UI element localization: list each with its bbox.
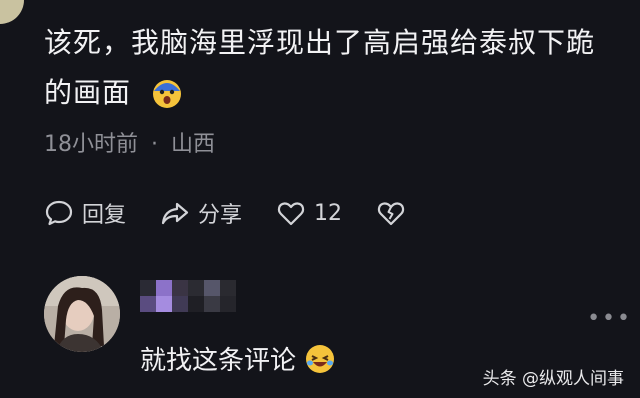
reply-comment: 就找这条评论	[140, 340, 336, 377]
share-arrow-icon	[161, 202, 189, 225]
avatar-partial[interactable]	[0, 0, 24, 24]
share-button[interactable]: 分享	[160, 197, 242, 229]
shocked-face-emoji-icon	[151, 75, 183, 108]
meta-separator: ·	[151, 132, 158, 157]
avatar[interactable]	[44, 276, 120, 352]
dislike-button[interactable]	[376, 198, 414, 228]
heart-icon	[277, 202, 305, 226]
reply-body: 就找这条评论	[140, 346, 297, 376]
comment-action-bar: 回复 分享 12	[44, 196, 448, 230]
watermark: 头条 @纵观人间事	[483, 364, 624, 389]
comment-location: 山西	[171, 132, 216, 157]
comment-text: 该死，我脑海里浮现出了高启强给泰叔下跪的画面	[44, 18, 614, 118]
reply-label: 回复	[82, 203, 127, 228]
comment-body: 该死，我脑海里浮现出了高启强给泰叔下跪的画面	[44, 26, 596, 109]
comment-time: 18小时前	[44, 132, 138, 157]
share-label: 分享	[198, 203, 243, 228]
comment-meta: 18小时前 · 山西	[44, 126, 215, 158]
reply-button[interactable]: 回复	[44, 197, 126, 229]
like-count: 12	[314, 200, 343, 226]
comment-bubble-icon	[45, 200, 73, 226]
laughing-crying-emoji-icon	[306, 344, 335, 373]
more-horizontal-icon[interactable]: •••	[587, 306, 632, 331]
watermark-brand: 头条	[482, 369, 517, 389]
username-blurred[interactable]	[140, 280, 236, 312]
like-button[interactable]: 12	[276, 198, 342, 228]
profile-photo-icon	[44, 276, 120, 352]
watermark-account: @纵观人间事	[522, 369, 624, 389]
broken-heart-icon	[377, 202, 405, 226]
